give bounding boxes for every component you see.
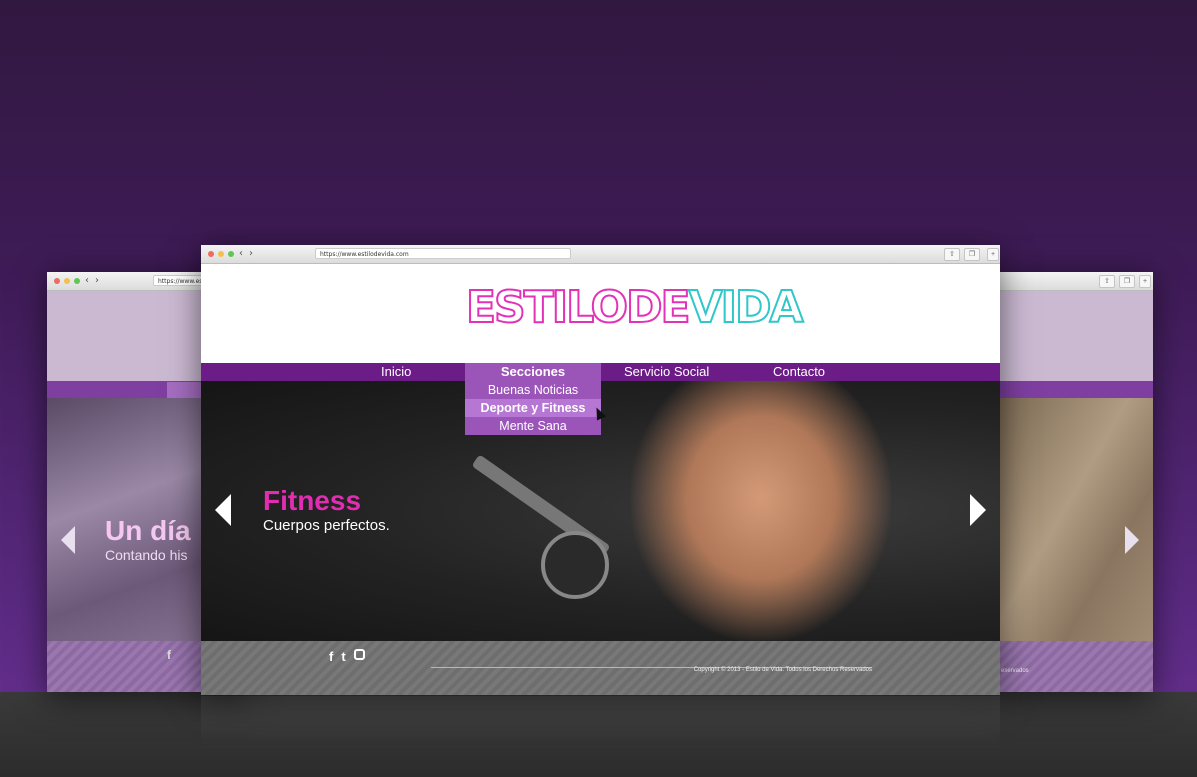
instagram-icon[interactable]: [353, 649, 365, 660]
nav-inicio[interactable]: Inicio: [381, 363, 411, 381]
slider-prev-arrow[interactable]: [215, 494, 231, 526]
site-logo[interactable]: ESTILODEVIDA: [465, 285, 805, 331]
dropdown-item-mente-sana[interactable]: Mente Sana: [465, 417, 601, 435]
site-header: ESTILODEVIDA: [201, 264, 1000, 363]
facebook-icon[interactable]: f: [167, 648, 171, 662]
nav-servicio-social[interactable]: Servicio Social: [624, 363, 709, 381]
share-icon[interactable]: ⇧: [944, 248, 960, 261]
dropdown-item-deporte-fitness[interactable]: Deporte y Fitness: [465, 399, 601, 417]
secciones-dropdown: Buenas Noticias Deporte y Fitness Mente …: [465, 381, 601, 435]
slide-subtitle: Contando his: [105, 547, 188, 563]
nav-secciones[interactable]: Secciones: [465, 363, 601, 381]
share-icon[interactable]: ⇧: [1099, 275, 1115, 288]
close-icon[interactable]: [208, 251, 214, 257]
slide-subtitle: Cuerpos perfectos.: [263, 517, 390, 534]
background-window-right: ⇧ ❐ + eservados: [995, 272, 1153, 692]
copyright-text: Copyright © 2013 - Estilo de Vida. Todos…: [693, 667, 872, 673]
slider-prev-arrow[interactable]: [61, 526, 75, 554]
slider-next-arrow[interactable]: [1125, 526, 1139, 554]
slide-title: Fitness: [263, 485, 362, 516]
add-tab-icon[interactable]: +: [1139, 275, 1151, 288]
browser-toolbar: ‹› https://www.estilodevida.com ⇧ ❐ +: [201, 245, 1000, 264]
minimize-icon[interactable]: [218, 251, 224, 257]
nav-arrows-icon[interactable]: ‹›: [85, 275, 105, 286]
dropdown-item-buenas-noticias[interactable]: Buenas Noticias: [465, 381, 601, 399]
site-footer: f t Copyright © 2013 - Estilo de Vida. T…: [201, 641, 1000, 695]
slider-next-arrow[interactable]: [970, 494, 986, 526]
address-bar[interactable]: https://www.estilodevida.com: [315, 248, 571, 259]
maximize-icon[interactable]: [228, 251, 234, 257]
window-reflection: [201, 696, 1000, 751]
facebook-icon[interactable]: f: [329, 649, 333, 664]
copyright-peek: eservados: [1001, 668, 1029, 674]
main-nav: Inicio Secciones Servicio Social Contact…: [201, 363, 1000, 381]
tabs-icon[interactable]: ❐: [1119, 275, 1135, 288]
nav-contacto[interactable]: Contacto: [773, 363, 825, 381]
main-browser-window: ‹› https://www.estilodevida.com ⇧ ❐ + ES…: [201, 245, 1000, 695]
social-links: f t: [329, 649, 365, 664]
browser-toolbar: ⇧ ❐ +: [995, 272, 1153, 291]
tabs-icon[interactable]: ❐: [964, 248, 980, 261]
window-controls[interactable]: [208, 251, 234, 257]
back-forward-icon[interactable]: ‹›: [239, 248, 259, 259]
dumbbell-plate: [541, 531, 609, 599]
slide-title: Un día: [105, 515, 191, 546]
add-tab-icon[interactable]: +: [987, 248, 999, 261]
twitter-icon[interactable]: t: [341, 649, 345, 664]
hero-image: [631, 381, 891, 641]
